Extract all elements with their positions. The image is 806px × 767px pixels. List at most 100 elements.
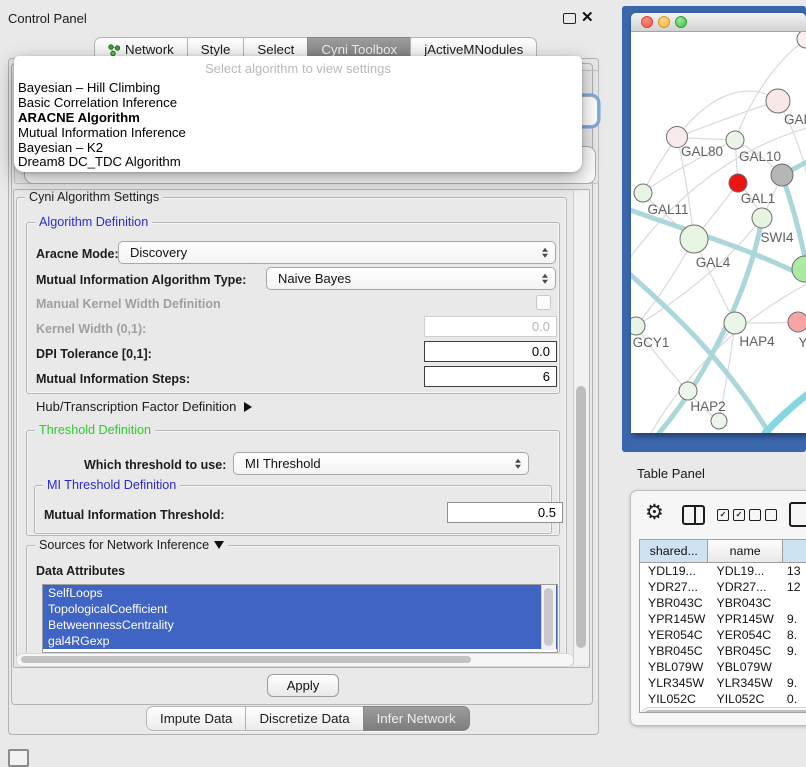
expanded-arrow-icon[interactable] xyxy=(214,541,224,549)
table-cell[interactable]: YPR145W xyxy=(709,611,783,627)
kernel-width-field[interactable]: 0.0 xyxy=(424,316,557,337)
table-cell[interactable]: YBR045C xyxy=(640,643,709,659)
table-row[interactable]: YLR345WYLR345W9. xyxy=(640,675,806,691)
hub-definition-section[interactable]: Hub/Transcription Factor Definition xyxy=(36,399,252,414)
algorithm-option[interactable]: Bayesian – Hill Climbing xyxy=(14,81,582,96)
network-node-y[interactable] xyxy=(788,312,806,332)
which-threshold-combo[interactable]: MI Threshold xyxy=(233,452,529,475)
table-column-header[interactable] xyxy=(783,540,806,562)
mi-type-combo[interactable]: Naive Bayes xyxy=(266,267,556,290)
table-cell[interactable] xyxy=(783,659,806,675)
table-cell[interactable]: YDR27... xyxy=(709,579,783,595)
zoom-window-icon[interactable] xyxy=(675,16,687,28)
close-panel-icon[interactable]: ✕ xyxy=(581,8,594,26)
data-attribute-item[interactable]: gal4RGexp xyxy=(43,633,557,649)
table-cell[interactable]: YBR043C xyxy=(640,595,709,611)
table-cell[interactable] xyxy=(783,595,806,611)
table-row[interactable]: YBL079WYBL079W xyxy=(640,659,806,675)
table-cell[interactable]: YIL052C xyxy=(640,691,709,703)
table-cell[interactable]: YER054C xyxy=(709,627,783,643)
network-edge[interactable] xyxy=(636,239,694,326)
algorithm-option[interactable]: Mutual Information Inference xyxy=(14,126,582,141)
table-cell[interactable]: 12 xyxy=(783,579,806,595)
table-cell[interactable]: YIL052C xyxy=(709,691,783,703)
algorithm-option[interactable]: ARACNE Algorithm xyxy=(14,111,582,126)
aracne-mode-combo[interactable]: Discovery xyxy=(118,241,556,264)
table-column-header[interactable]: name xyxy=(708,540,782,562)
table-function-icon[interactable] xyxy=(789,502,806,527)
table-cell[interactable]: 9. xyxy=(783,611,806,627)
network-edge[interactable] xyxy=(677,91,778,137)
algorithm-option[interactable]: Bayesian – K2 xyxy=(14,141,582,156)
tab-infer-network[interactable]: Infer Network xyxy=(363,706,470,731)
table-row[interactable]: YBR043CYBR043C xyxy=(640,595,806,611)
algorithm-option[interactable]: Basic Correlation Inference xyxy=(14,96,582,111)
table-cell[interactable]: 0. xyxy=(783,691,806,703)
table-cell[interactable]: YDL19... xyxy=(709,563,783,579)
network-node-gal1[interactable] xyxy=(729,174,747,192)
apply-button[interactable]: Apply xyxy=(267,674,339,697)
minimize-window-icon[interactable] xyxy=(658,16,670,28)
settings-scroll-thumb[interactable] xyxy=(576,386,586,648)
table-cell[interactable]: YBR045C xyxy=(709,643,783,659)
table-row[interactable]: YPR145WYPR145W9. xyxy=(640,611,806,627)
table-cell[interactable]: YBR043C xyxy=(709,595,783,611)
network-node-gal11[interactable] xyxy=(634,184,652,202)
data-attribute-item[interactable]: TopologicalCoefficient xyxy=(43,601,557,617)
table-column-header[interactable]: shared... xyxy=(640,540,708,562)
table-cell[interactable]: YDR27... xyxy=(640,579,709,595)
table-row[interactable]: YBR045CYBR045C9. xyxy=(640,643,806,659)
network-edge[interactable] xyxy=(765,391,806,433)
table-cell[interactable]: 13 xyxy=(783,563,806,579)
docked-panel-icon[interactable] xyxy=(8,749,29,767)
settings-vertical-scrollbar[interactable] xyxy=(573,190,589,665)
table-cell[interactable]: YDL19... xyxy=(640,563,709,579)
mi-steps-field[interactable]: 6 xyxy=(424,366,557,387)
table-cell[interactable]: YBL079W xyxy=(709,659,783,675)
manual-kernel-checkbox[interactable] xyxy=(536,295,551,310)
attributes-list-scrollbar[interactable] xyxy=(541,585,556,650)
network-node-swi4[interactable] xyxy=(752,208,772,228)
network-node-hap4[interactable] xyxy=(724,312,746,334)
table-row[interactable]: YDR27...YDR27...12 xyxy=(640,579,806,595)
table-cell[interactable]: YLR345W xyxy=(709,675,783,691)
table-row[interactable]: YER054CYER054C8. xyxy=(640,627,806,643)
network-window-titlebar[interactable] xyxy=(631,13,806,32)
table-cell[interactable]: YBL079W xyxy=(640,659,709,675)
network-canvas[interactable]: GALGAL80GAL10GAL1GAL11SWI4GAL4GCY1HAP4YH… xyxy=(631,32,806,433)
algorithm-option[interactable]: Dream8 DC_TDC Algorithm xyxy=(14,155,582,170)
network-node-hap2[interactable] xyxy=(679,382,697,400)
attributes-scroll-thumb[interactable] xyxy=(544,588,553,646)
table-cell[interactable]: YPR145W xyxy=(640,611,709,627)
table-row[interactable]: YIL052CYIL052C0. xyxy=(640,691,806,703)
dpi-tolerance-field[interactable]: 0.0 xyxy=(424,341,557,362)
split-columns-icon[interactable] xyxy=(682,505,705,525)
network-node-gcy1[interactable] xyxy=(631,317,645,335)
table-hscroll-thumb[interactable] xyxy=(645,710,806,713)
tab-impute-data[interactable]: Impute Data xyxy=(146,706,246,731)
deselect-all-columns-icon[interactable] xyxy=(749,509,777,521)
network-node[interactable] xyxy=(711,413,727,429)
collapsed-arrow-icon[interactable] xyxy=(244,402,252,412)
table-cell[interactable]: YER054C xyxy=(640,627,709,643)
tab-discretize-data[interactable]: Discretize Data xyxy=(245,706,363,731)
network-node-gal[interactable] xyxy=(766,89,790,113)
table-cell[interactable]: 9. xyxy=(783,643,806,659)
data-attribute-item[interactable]: SelfLoops xyxy=(43,585,557,601)
settings-hscroll-thumb[interactable] xyxy=(21,656,471,663)
settings-horizontal-scrollbar[interactable] xyxy=(16,653,574,667)
float-panel-icon[interactable] xyxy=(563,13,576,24)
table-cell[interactable]: 9. xyxy=(783,675,806,691)
close-window-icon[interactable] xyxy=(641,16,653,28)
table-horizontal-scrollbar[interactable] xyxy=(642,707,806,713)
table-cell[interactable]: YLR345W xyxy=(640,675,709,691)
network-edge[interactable] xyxy=(782,175,806,268)
mi-threshold-field[interactable]: 0.5 xyxy=(447,502,563,523)
network-node[interactable] xyxy=(771,164,793,186)
table-cell[interactable]: 8. xyxy=(783,627,806,643)
network-node-gal4[interactable] xyxy=(680,225,708,253)
network-node-gal10[interactable] xyxy=(726,131,744,149)
table-settings-gear-icon[interactable]: ⚙ xyxy=(645,500,664,525)
data-attribute-item[interactable]: BetweennessCentrality xyxy=(43,617,557,633)
select-all-columns-icon[interactable]: ✓✓ xyxy=(717,509,745,521)
